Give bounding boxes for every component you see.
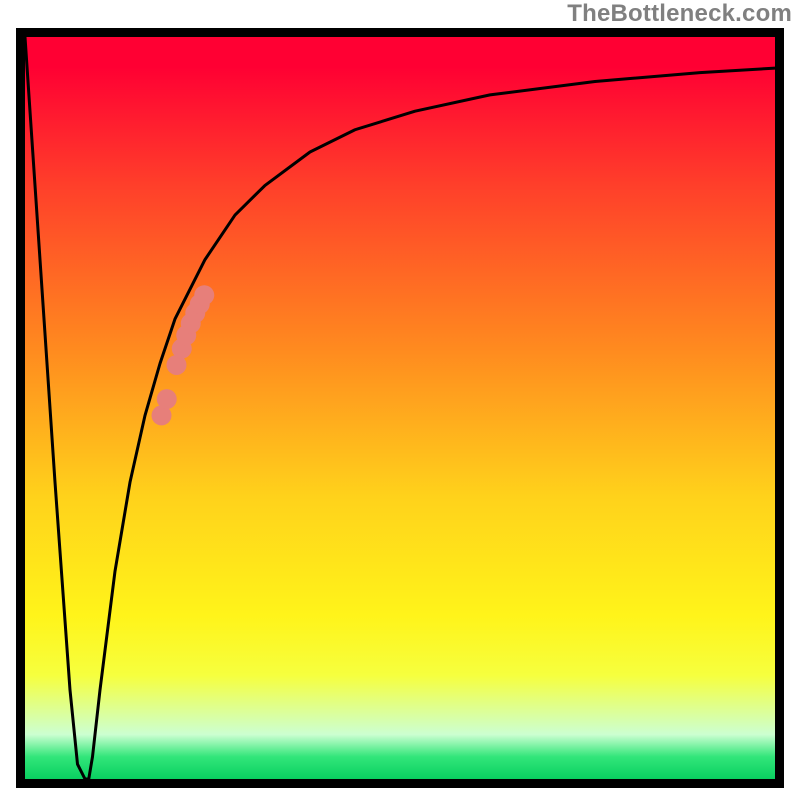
highlight-dot — [194, 285, 214, 305]
plot-frame — [16, 28, 784, 788]
chart-container: TheBottleneck.com — [0, 0, 800, 800]
highlight-dot — [157, 389, 177, 409]
curve-layer — [25, 37, 775, 779]
chart-svg — [25, 37, 775, 779]
attribution-label: TheBottleneck.com — [567, 0, 792, 28]
bottleneck-curve — [25, 37, 775, 779]
